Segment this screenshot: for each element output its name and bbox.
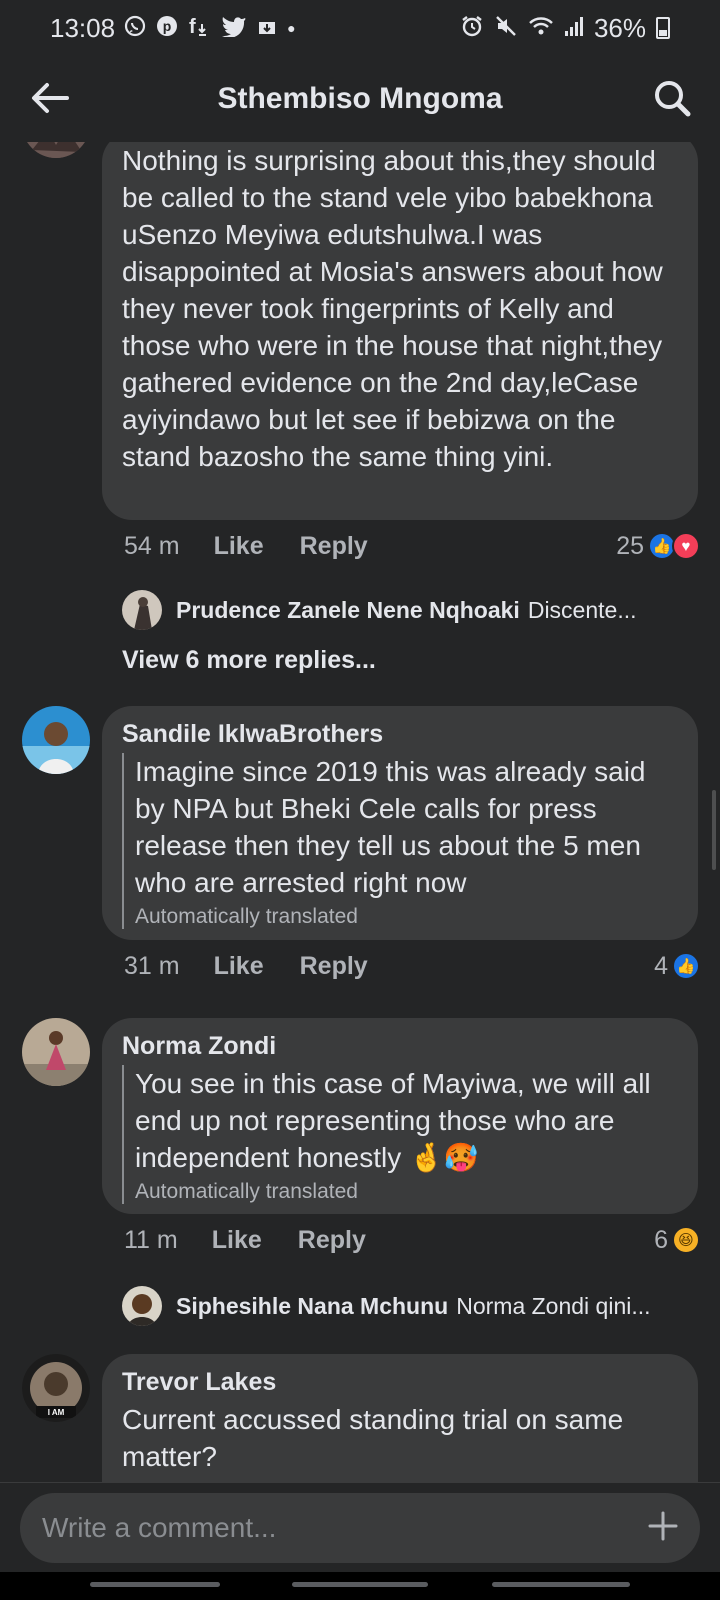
avatar[interactable] xyxy=(22,142,90,158)
reply-button[interactable]: Reply xyxy=(300,532,368,561)
reaction-summary[interactable]: 6 😆 xyxy=(654,1226,700,1255)
comment-input[interactable] xyxy=(42,1512,648,1544)
reply-button[interactable]: Reply xyxy=(298,1226,366,1255)
scrollbar[interactable] xyxy=(712,790,716,870)
reply-snippet: Discente... xyxy=(527,596,637,623)
battery-icon xyxy=(656,17,670,39)
translated-block: You see in this case of Mayiwa, we will … xyxy=(122,1065,678,1204)
comment-time: 54 m xyxy=(124,531,180,560)
comment-text: Nothing is surprising about this,they sh… xyxy=(122,145,663,472)
avatar[interactable] xyxy=(22,1018,90,1086)
back-arrow-icon xyxy=(32,83,69,113)
plus-icon[interactable] xyxy=(648,1508,678,1548)
auto-translated-note[interactable]: Automatically translated xyxy=(135,905,678,929)
comment-author[interactable]: Sandile IklwaBrothers xyxy=(122,720,678,749)
search-icon xyxy=(655,81,691,117)
comment-composer[interactable] xyxy=(20,1493,700,1563)
pinterest-icon: p xyxy=(155,14,179,42)
reaction-count: 25 xyxy=(616,531,644,560)
reply-author: Prudence Zanele Nene Nqhoaki xyxy=(176,596,520,623)
search-button[interactable] xyxy=(650,76,694,120)
reply-avatar xyxy=(122,1286,162,1326)
comment-text: Current accussed standing trial on same … xyxy=(122,1404,624,1472)
facebook-download-icon: f xyxy=(187,14,213,42)
back-button[interactable] xyxy=(28,76,72,120)
comment-time: 31 m xyxy=(124,951,180,980)
twitter-icon xyxy=(221,15,247,41)
comment-composer-bar xyxy=(0,1482,720,1572)
comment-actions: 11 m Like Reply 6 😆 xyxy=(124,1220,700,1260)
reaction-count: 4 xyxy=(654,951,668,980)
status-bar: 13:08 p f ● 36% xyxy=(0,0,720,56)
page-title: Sthembiso Mngoma xyxy=(217,82,503,115)
status-time: 13:08 xyxy=(50,12,116,43)
avatar[interactable] xyxy=(22,706,90,774)
comment-bubble[interactable]: Sandile IklwaBrothers Imagine since 2019… xyxy=(102,706,698,940)
auto-translated-note[interactable]: Automatically translated xyxy=(135,1180,678,1204)
reaction-summary[interactable]: 4 👍 xyxy=(654,952,700,981)
reaction-summary[interactable]: 25 👍 ♥ xyxy=(616,532,700,561)
alarm-icon xyxy=(460,14,484,42)
comment-text: You see in this case of Mayiwa, we will … xyxy=(135,1068,651,1173)
love-reaction-icon: ♥ xyxy=(672,532,700,560)
reply-avatar xyxy=(122,590,162,630)
comment-text: Imagine since 2019 this was already said… xyxy=(135,756,646,898)
more-notifications-dot: ● xyxy=(287,20,296,36)
haha-reaction-icon: 😆 xyxy=(672,1226,700,1254)
reply-preview[interactable]: Prudence Zanele Nene Nqhoaki Discente... xyxy=(122,588,698,632)
reply-author: Siphesihle Nana Mchunu xyxy=(176,1292,449,1319)
comment-actions: 54 m Like Reply 25 👍 ♥ xyxy=(124,526,700,566)
like-button[interactable]: Like xyxy=(214,532,264,561)
nav-recent-apps[interactable] xyxy=(90,1582,220,1587)
avatar[interactable]: I AM xyxy=(22,1354,90,1422)
system-nav-bar xyxy=(0,1572,720,1600)
mute-icon xyxy=(494,14,518,42)
signal-icon xyxy=(564,15,584,41)
reply-snippet: Norma Zondi qini... xyxy=(456,1292,651,1319)
svg-text:p: p xyxy=(163,18,172,34)
comment-author[interactable]: Norma Zondi xyxy=(122,1032,678,1061)
header: Sthembiso Mngoma xyxy=(0,56,720,142)
wifi-icon xyxy=(528,15,554,41)
view-more-replies-link[interactable]: View 6 more replies... xyxy=(122,646,376,675)
comments-list[interactable]: Nothing is surprising about this,they sh… xyxy=(0,142,720,1482)
reaction-count: 6 xyxy=(654,1225,668,1254)
nav-back[interactable] xyxy=(492,1582,630,1587)
svg-text:I AM: I AM xyxy=(48,1408,65,1417)
svg-text:f: f xyxy=(189,16,196,38)
like-reaction-icon: 👍 xyxy=(672,952,700,980)
comment-author[interactable]: Trevor Lakes xyxy=(122,1368,678,1397)
translated-block: Imagine since 2019 this was already said… xyxy=(122,753,678,929)
like-button[interactable]: Like xyxy=(214,952,264,981)
battery-percent: 36% xyxy=(593,12,646,43)
comment-time: 11 m xyxy=(124,1225,178,1254)
whatsapp-icon xyxy=(123,14,147,42)
reply-preview[interactable]: Siphesihle Nana Mchunu Norma Zondi qini.… xyxy=(122,1284,698,1328)
comment-bubble[interactable]: Norma Zondi You see in this case of Mayi… xyxy=(102,1018,698,1214)
comment-bubble[interactable]: Trevor Lakes Current accussed standing t… xyxy=(102,1354,698,1482)
comment-bubble[interactable]: Nothing is surprising about this,they sh… xyxy=(102,142,698,520)
download-icon xyxy=(255,14,279,42)
like-button[interactable]: Like xyxy=(212,1226,262,1255)
comment-actions: 31 m Like Reply 4 👍 xyxy=(124,946,700,986)
nav-home[interactable] xyxy=(292,1582,428,1587)
reply-button[interactable]: Reply xyxy=(300,952,368,981)
